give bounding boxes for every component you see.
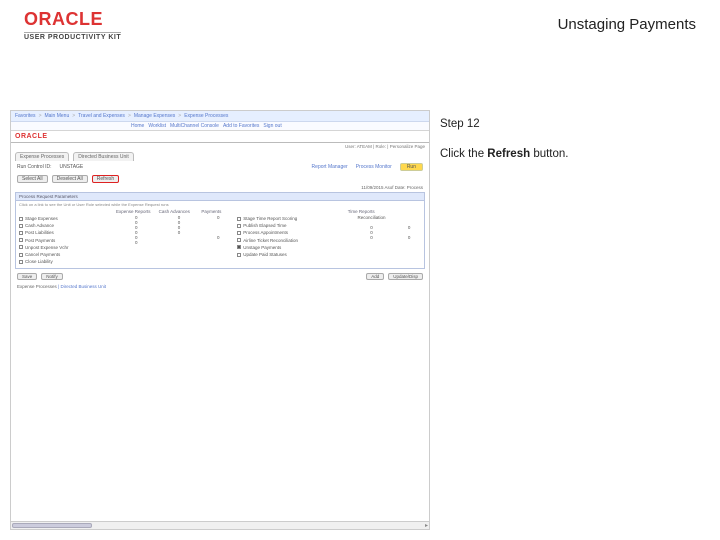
app-global-links: Home Worklist MultiChannel Console Add t… <box>11 122 429 131</box>
asof-date: 11/09/2015 Asof Date: Process <box>11 185 429 190</box>
link-mcc[interactable]: MultiChannel Console <box>170 123 219 129</box>
cell: 0 <box>159 230 200 235</box>
link-fav[interactable]: Add to Favorites <box>223 123 259 129</box>
deselect-all-button[interactable]: Deselect All <box>52 175 88 183</box>
checkbox[interactable] <box>19 217 23 221</box>
tab-expense-processes[interactable]: Expense Processes <box>15 152 69 161</box>
cell: 0 <box>116 240 157 245</box>
params-panel: Process Request Parameters Click on a li… <box>15 192 425 269</box>
tab-directed-bu[interactable]: Directed Business Unit <box>73 152 134 161</box>
content-area: Favorites> Main Menu> Travel and Expense… <box>10 110 710 530</box>
checkbox[interactable] <box>19 245 23 249</box>
instruction-bold: Refresh <box>487 148 530 160</box>
nav-item[interactable]: Travel and Expenses <box>78 113 125 119</box>
instruction-before: Click the <box>440 148 487 160</box>
report-manager-link[interactable]: Report Manager <box>312 164 348 170</box>
run-button[interactable]: Run <box>400 163 423 171</box>
checkbox[interactable] <box>237 224 241 228</box>
checkbox[interactable] <box>237 238 241 242</box>
nav-item[interactable]: Favorites <box>15 113 36 119</box>
cell: 0 <box>201 235 235 240</box>
brand-name: ORACLE <box>24 10 121 30</box>
run-control-label: Run Control ID: <box>17 164 51 170</box>
row-label: Update Paid Statuses <box>243 251 287 258</box>
checkbox[interactable] <box>237 253 241 257</box>
link-home[interactable]: Home <box>131 123 144 129</box>
cell: 0 <box>397 235 421 240</box>
scroll-thumb[interactable] <box>12 523 92 528</box>
select-all-button[interactable]: Select All <box>17 175 48 183</box>
col-head: Expense Reports <box>116 209 157 214</box>
row-label: Unstage Payments <box>243 244 281 251</box>
checkbox[interactable] <box>19 260 23 264</box>
instruction-after: button. <box>530 148 568 160</box>
scroll-right-icon[interactable]: ▸ <box>425 522 428 529</box>
update-button[interactable]: Update/Disp <box>388 273 423 280</box>
nav-item[interactable]: Manage Expenses <box>134 113 175 119</box>
row-label: Cash Advance <box>25 222 54 229</box>
app-brand-row: ORACLE <box>11 131 429 143</box>
checkbox[interactable] <box>237 217 241 221</box>
instruction-text: Click the Refresh button. <box>440 146 700 162</box>
logo-block: ORACLE USER PRODUCTIVITY KIT <box>24 10 121 41</box>
add-button[interactable]: Add <box>366 273 384 280</box>
run-control-value: UNSTAGE <box>59 164 83 170</box>
row-label: Stage Expenses <box>25 215 58 222</box>
link-worklist[interactable]: Worklist <box>148 123 166 129</box>
col-head: Time Reports <box>348 209 395 214</box>
row-label: Post Payments <box>25 237 55 244</box>
col-head: Cash Advances <box>159 209 200 214</box>
checkbox[interactable] <box>19 224 23 228</box>
page-header: ORACLE USER PRODUCTIVITY KIT Unstaging P… <box>0 0 720 49</box>
footer-links: Expense Processes | Directed Business Un… <box>11 282 429 291</box>
run-control-row: Run Control ID: UNSTAGE Report Manager P… <box>11 161 429 173</box>
nav-item[interactable]: Expense Processes <box>184 113 228 119</box>
app-brand: ORACLE <box>15 133 48 140</box>
button-bar: Select All Deselect All Refresh <box>11 173 429 185</box>
save-button[interactable]: Save <box>17 273 37 280</box>
step-label: Step 12 <box>440 116 700 132</box>
refresh-button[interactable]: Refresh <box>92 175 120 183</box>
checkbox[interactable] <box>19 238 23 242</box>
row-label: Close Liability <box>25 258 53 265</box>
page-title: Unstaging Payments <box>558 10 696 33</box>
instruction-pane: Step 12 Click the Refresh button. <box>430 110 710 530</box>
cell: 0 <box>348 235 395 240</box>
app-top-nav: Favorites> Main Menu> Travel and Expense… <box>11 111 429 122</box>
link-signout[interactable]: Sign out <box>263 123 281 129</box>
row-label: Stage Time Report Scoring <box>243 215 297 222</box>
bottom-button-row: Save Notify Add Update/Disp <box>11 271 429 282</box>
row-label: Publish Elapsed Time <box>243 222 286 229</box>
footer-tab: Expense Processes <box>17 284 57 289</box>
screenshot-pane: Favorites> Main Menu> Travel and Expense… <box>10 110 430 530</box>
checkbox[interactable] <box>237 245 241 249</box>
notify-button[interactable]: Notify <box>41 273 63 280</box>
process-monitor-link[interactable]: Process Monitor <box>356 164 392 170</box>
row-label: Post Liabilities <box>25 229 54 236</box>
nav-item[interactable]: Main Menu <box>44 113 69 119</box>
checkbox[interactable] <box>19 231 23 235</box>
checkbox[interactable] <box>19 253 23 257</box>
row-label: Cancel Payments <box>25 251 60 258</box>
user-line: User: ATEAM | Role: | Personalize Page <box>11 143 429 150</box>
params-grid: Stage Expenses Cash Advance Post Liabili… <box>16 208 424 268</box>
row-label: Airline Ticket Reconciliation <box>243 237 298 244</box>
brand-subtitle: USER PRODUCTIVITY KIT <box>24 32 121 42</box>
footer-link[interactable]: Directed Business Unit <box>60 284 106 289</box>
row-label: Process Appointments <box>243 229 288 236</box>
subtabs: Expense Processes Directed Business Unit <box>11 150 429 161</box>
panel-title: Process Request Parameters <box>16 193 424 201</box>
panel-hint: Click on a link to see the Unit or User … <box>16 201 424 208</box>
horizontal-scrollbar[interactable]: ◂ ▸ <box>11 521 429 529</box>
row-label: Unpost Expense Vchr <box>25 244 69 251</box>
checkbox[interactable] <box>237 231 241 235</box>
col-head: Payments <box>201 209 235 214</box>
